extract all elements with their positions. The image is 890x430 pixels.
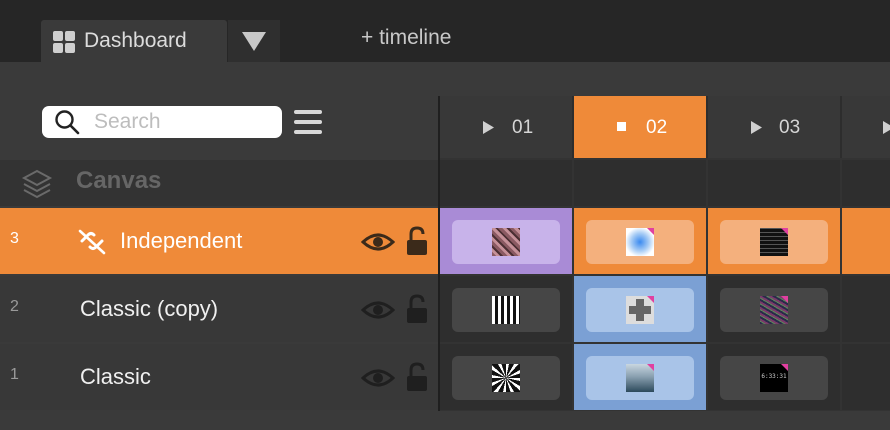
add-timeline-button[interactable]: + timeline [361,26,451,50]
bottom-strip [0,411,890,430]
caret-down-icon [242,32,266,51]
clip-thumbnail [492,364,520,392]
clip-thumbnail: 6:33:31 [760,364,788,392]
unlocked-padlock-icon[interactable] [406,294,428,324]
layer-number: 3 [10,230,19,247]
clip-thumbnail [492,296,520,324]
play-icon [883,121,890,134]
clip-button[interactable] [452,288,560,332]
clip-thumbnail [626,364,654,392]
marker-icon [647,364,654,371]
clip-button[interactable] [452,220,560,264]
canvas-cell [842,160,890,206]
canvas-label: Canvas [76,167,162,194]
tab-dropdown-button[interactable] [228,20,280,62]
clip-cell[interactable] [708,208,840,274]
clip-cell[interactable] [842,344,890,410]
layer-row-classic[interactable]: 1 Classic [0,344,438,410]
play-icon [751,121,762,134]
clip-thumbnail [760,296,788,324]
clip-thumbnail [492,228,520,256]
clip-cell[interactable] [440,208,572,274]
clip-thumbnail [626,296,654,324]
tab-dashboard[interactable]: Dashboard [41,20,227,62]
column-header-01[interactable]: 01 [440,96,572,158]
column-header-04[interactable] [842,96,890,158]
toolbar-strip [0,62,890,96]
search-icon [55,110,80,135]
clip-button[interactable]: 6:33:31 [720,356,828,400]
clip-cell[interactable] [440,344,572,410]
clip-button[interactable] [720,220,828,264]
eye-icon[interactable] [361,367,395,389]
canvas-cell [574,160,706,206]
canvas-cell [440,160,572,206]
unlocked-padlock-icon[interactable] [406,226,428,256]
layer-name: Classic [80,364,151,389]
clock-text: 6:33:31 [761,373,787,380]
column-label: 01 [512,117,534,138]
layer-name: Independent [120,228,243,253]
hamburger-icon[interactable] [294,110,322,134]
marker-icon [781,296,788,303]
layer-name: Classic (copy) [80,296,219,321]
column-header-03[interactable]: 03 [708,96,840,158]
marker-icon [647,296,654,303]
column-header-02[interactable]: 02 [574,96,706,158]
layer-number: 2 [10,298,19,315]
clip-cell[interactable]: 6:33:31 [708,344,840,410]
clip-cell[interactable] [574,276,706,342]
layer-row-classic-copy[interactable]: 2 Classic (copy) [0,276,438,342]
canvas-row[interactable] [0,160,438,206]
clip-button[interactable] [586,288,694,332]
eye-icon[interactable] [361,299,395,321]
tab-dashboard-label: Dashboard [84,29,187,52]
clip-cell[interactable] [842,276,890,342]
marker-icon [781,228,788,235]
panel-divider[interactable] [438,96,440,430]
clip-cell[interactable] [708,276,840,342]
marker-icon [781,364,788,371]
clip-cell[interactable] [842,208,890,274]
play-icon [483,121,494,134]
clip-cell[interactable] [574,208,706,274]
column-label: 03 [779,117,801,138]
eye-icon[interactable] [361,231,395,253]
grid-icon [53,31,75,53]
clip-button[interactable] [586,356,694,400]
search-input[interactable]: Search [42,106,282,138]
unlink-icon [78,229,106,255]
clip-button[interactable] [720,288,828,332]
search-placeholder: Search [94,110,161,133]
stop-icon [617,122,626,131]
unlocked-padlock-icon[interactable] [406,362,428,392]
layers-icon [21,169,53,199]
column-label: 02 [646,117,668,138]
clip-cell[interactable] [574,344,706,410]
clip-thumbnail [760,228,788,256]
canvas-cell [708,160,840,206]
marker-icon [647,228,654,235]
layer-number: 1 [10,366,19,383]
layer-row-independent[interactable]: 3 Independent [0,208,438,274]
clip-thumbnail [626,228,654,256]
clip-button[interactable] [586,220,694,264]
clip-button[interactable] [452,356,560,400]
clip-cell[interactable] [440,276,572,342]
